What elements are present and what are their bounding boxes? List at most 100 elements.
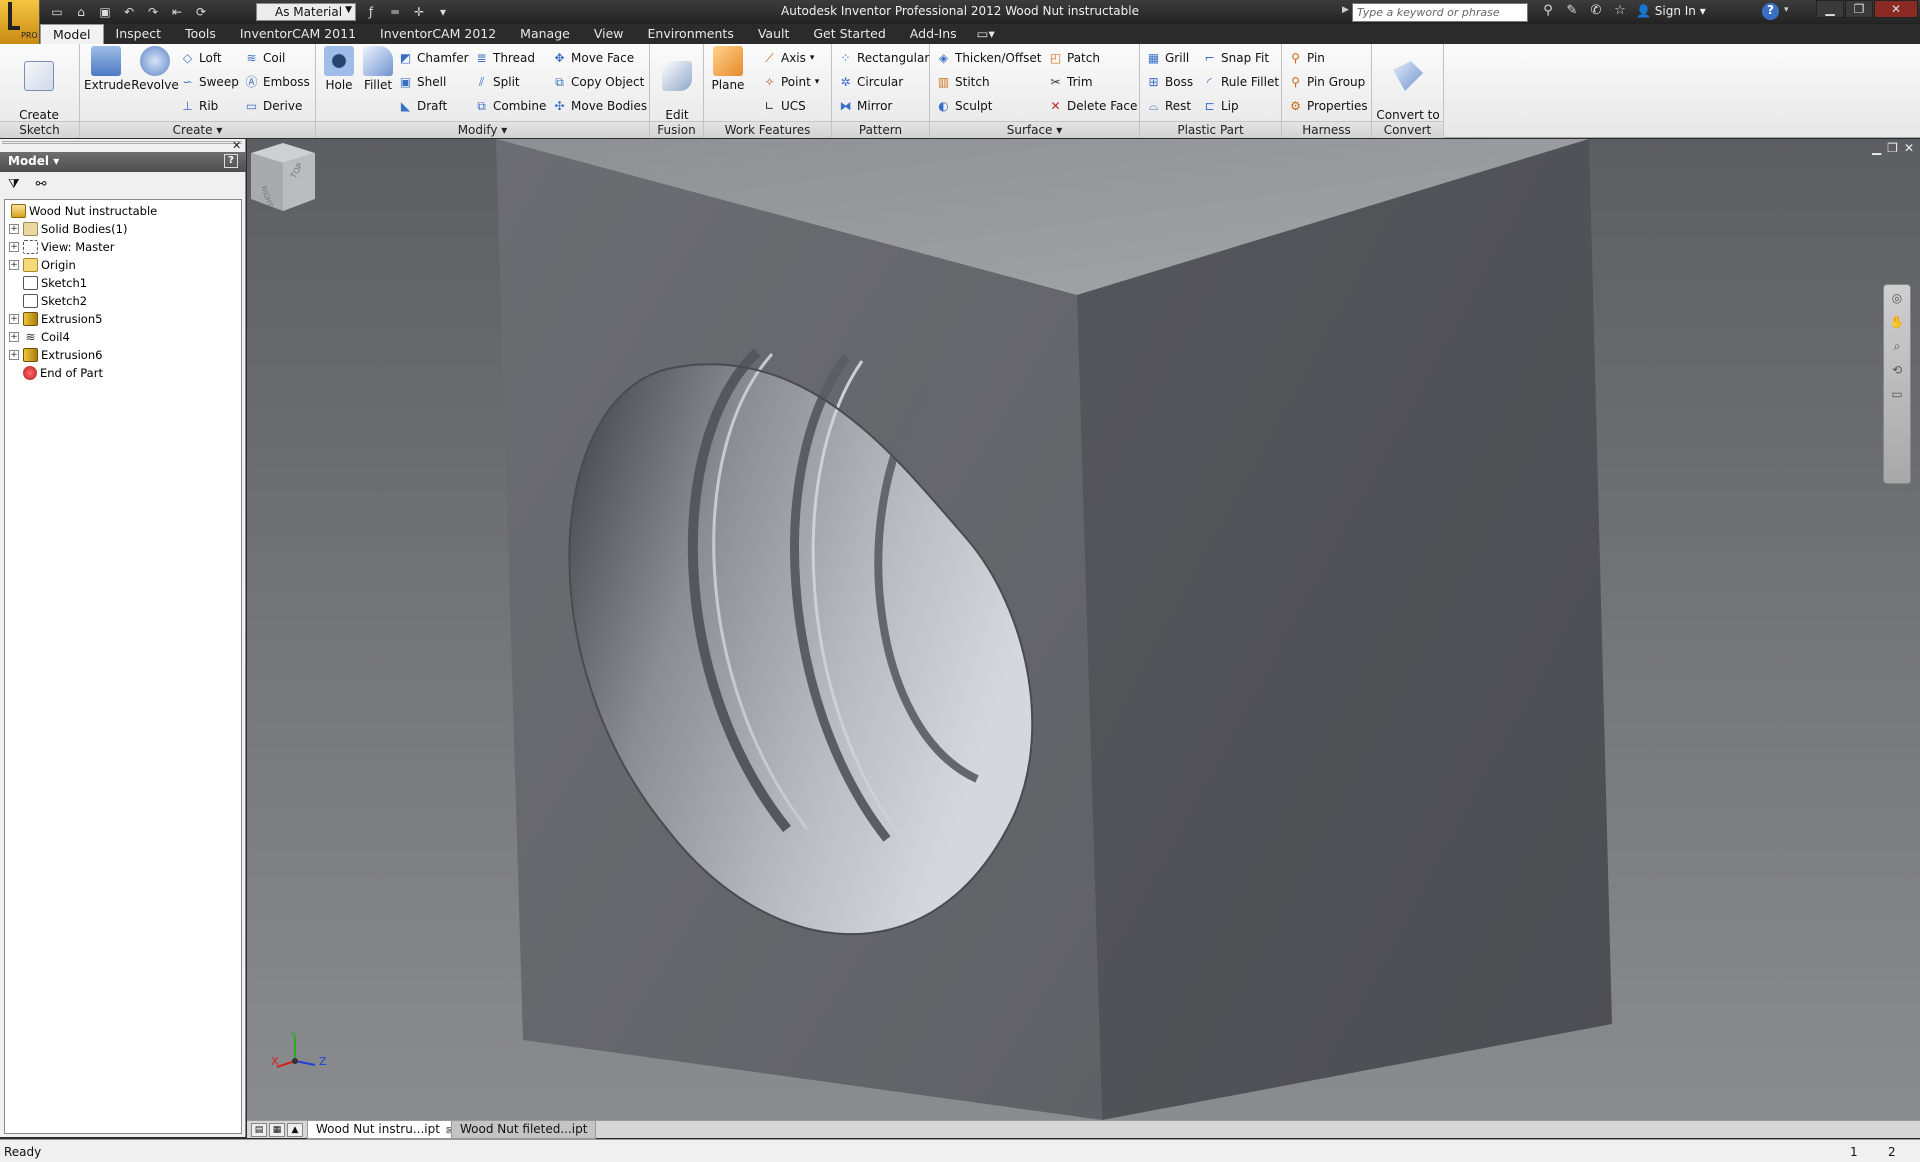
properties-button[interactable]: ⚙ Properties — [1288, 96, 1368, 116]
tab-inventorcam-2012[interactable]: InventorCAM 2012 — [368, 24, 508, 44]
sign-in-button[interactable]: 👤 Sign In ▾ — [1636, 4, 1706, 18]
thicken-offset-button[interactable]: ◈ Thicken/Offset — [936, 48, 1042, 68]
pan-hand-icon[interactable]: ✋ — [1887, 315, 1907, 333]
orbit-icon[interactable]: ⟲ — [1887, 363, 1907, 381]
tab-manage[interactable]: Manage — [508, 24, 582, 44]
snap-fit-button[interactable]: ⌐ Snap Fit — [1202, 48, 1269, 68]
split-button[interactable]: ⫽ Split — [474, 72, 520, 92]
tab-model[interactable]: Model — [40, 24, 104, 44]
expand-icon[interactable]: + — [9, 332, 19, 342]
lip-button[interactable]: ⊏ Lip — [1202, 96, 1238, 116]
revolve-button[interactable]: Revolve — [130, 46, 180, 93]
graphics-window[interactable]: ▁ ❐ ✕ RIGHT TOP ◎ ✋ ⌕ ⟲ ▭ X Y Z — [247, 139, 1920, 1120]
browser-header[interactable]: Model ▾ ? — [0, 152, 246, 172]
open-documents-menu-icon[interactable]: ▲ — [287, 1123, 303, 1137]
sculpt-button[interactable]: ◐ Sculpt — [936, 96, 992, 116]
tree-node-sketch1[interactable]: Sketch1 — [5, 274, 241, 292]
tab-tools[interactable]: Tools — [173, 24, 228, 44]
fillet-button[interactable]: Fillet — [358, 46, 398, 93]
shell-button[interactable]: ▣ Shell — [398, 72, 446, 92]
search-expand-icon[interactable]: ▶ — [1342, 5, 1349, 15]
chamfer-button[interactable]: ◩ Chamfer — [398, 48, 469, 68]
boss-button[interactable]: ⊞ Boss — [1146, 72, 1193, 92]
tab-add-ins[interactable]: Add-Ins — [898, 24, 969, 44]
coil-button[interactable]: ≋ Coil — [244, 48, 285, 68]
new-file-icon[interactable]: ▭ — [48, 4, 66, 20]
minimize-icon[interactable]: ▁ — [1816, 0, 1844, 18]
delete-face-button[interactable]: ✕ Delete Face — [1048, 96, 1137, 116]
update-icon[interactable]: ⟳ — [192, 4, 210, 20]
subscription-icon[interactable]: ✎ — [1564, 3, 1580, 18]
tab-inspect[interactable]: Inspect — [104, 24, 174, 44]
tab-view[interactable]: View — [582, 24, 636, 44]
move-bodies-button[interactable]: ✣ Move Bodies — [552, 96, 647, 116]
rest-button[interactable]: ⌓ Rest — [1146, 96, 1191, 116]
patch-button[interactable]: ◰ Patch — [1048, 48, 1100, 68]
rectangular-pattern-button[interactable]: ⁘ Rectangular — [838, 48, 929, 68]
help-icon[interactable]: ? — [1762, 3, 1779, 20]
doc-tab-wood-nut-fileted[interactable]: Wood Nut fileted...ipt — [451, 1121, 597, 1139]
move-face-button[interactable]: ✥ Move Face — [552, 48, 634, 68]
point-button[interactable]: ✧ Point ▾ — [762, 72, 819, 92]
stitch-button[interactable]: ▥ Stitch — [936, 72, 990, 92]
tree-node-origin[interactable]: + Origin — [5, 256, 241, 274]
return-icon[interactable]: ⇤ — [168, 4, 186, 20]
tab-inventorcam-2011[interactable]: InventorCAM 2011 — [228, 24, 368, 44]
find-binoculars-icon[interactable]: ⚯ — [36, 177, 47, 193]
copy-object-button[interactable]: ⧉ Copy Object — [552, 72, 644, 92]
help-dropdown-icon[interactable]: ▾ — [1784, 5, 1789, 15]
filter-icon[interactable]: ⧩ — [8, 177, 20, 193]
expand-icon[interactable]: + — [9, 260, 19, 270]
hole-button[interactable]: Hole — [320, 46, 358, 93]
pin-group-button[interactable]: ⚲ Pin Group — [1288, 72, 1365, 92]
tab-get-started[interactable]: Get Started — [801, 24, 897, 44]
tab-environments[interactable]: Environments — [636, 24, 746, 44]
plane-button[interactable]: Plane — [708, 46, 748, 93]
search-input[interactable]: Type a keyword or phrase — [1352, 3, 1528, 22]
viewport-close-icon[interactable]: ✕ — [1904, 141, 1914, 155]
derive-button[interactable]: ▭ Derive — [244, 96, 303, 116]
cascade-windows-icon[interactable]: ▦ — [269, 1123, 285, 1137]
tree-node-extrusion5[interactable]: + Extrusion5 — [5, 310, 241, 328]
tree-node-end-of-part[interactable]: End of Part — [5, 364, 241, 382]
sweep-button[interactable]: ∽ Sweep — [180, 72, 238, 92]
look-at-icon[interactable]: ▭ — [1887, 387, 1907, 405]
favorites-star-icon[interactable]: ☆ — [1612, 3, 1628, 18]
tile-windows-icon[interactable]: ▤ — [251, 1123, 267, 1137]
tree-node-view-master[interactable]: + View: Master — [5, 238, 241, 256]
close-icon[interactable]: ✕ — [1874, 0, 1918, 18]
extrude-button[interactable]: Extrude — [84, 46, 131, 93]
expand-icon[interactable]: + — [9, 350, 19, 360]
parameters-icon[interactable]: ƒ — [362, 4, 380, 20]
emboss-button[interactable]: Ⓐ Emboss — [244, 72, 309, 92]
save-icon[interactable]: ▣ — [96, 4, 114, 20]
circular-pattern-button[interactable]: ✲ Circular — [838, 72, 903, 92]
thread-button[interactable]: ≣ Thread — [474, 48, 535, 68]
expand-icon[interactable]: + — [9, 242, 19, 252]
tree-node-coil4[interactable]: + ≋ Coil4 — [5, 328, 241, 346]
loft-button[interactable]: ◇ Loft — [180, 48, 222, 68]
material-dropdown[interactable]: As Material ▼ — [256, 3, 356, 21]
restore-icon[interactable]: ❐ — [1845, 0, 1873, 18]
mirror-button[interactable]: ⧓ Mirror — [838, 96, 893, 116]
browser-help-icon[interactable]: ? — [224, 154, 238, 168]
trim-button[interactable]: ✂ Trim — [1048, 72, 1092, 92]
measure-icon[interactable]: ═ — [386, 4, 404, 20]
ucs-button[interactable]: ∟ UCS — [762, 96, 805, 116]
expand-icon[interactable]: + — [9, 224, 19, 234]
pin-button[interactable]: ⚲ Pin — [1288, 48, 1325, 68]
viewcube[interactable]: RIGHT TOP — [247, 139, 319, 215]
customize-qat-icon[interactable]: ▾ — [434, 4, 452, 20]
communication-center-icon[interactable]: ✆ — [1588, 3, 1604, 18]
binoculars-icon[interactable]: ⚲ — [1540, 3, 1556, 18]
tab-vault[interactable]: Vault — [746, 24, 802, 44]
application-menu-button[interactable]: PRO — [0, 0, 40, 44]
redo-icon[interactable]: ↷ — [144, 4, 162, 20]
panel-title-create[interactable]: Create ▾ — [80, 121, 315, 138]
expand-icon[interactable]: + — [9, 314, 19, 324]
panel-title-surface[interactable]: Surface ▾ — [930, 121, 1139, 138]
zoom-icon[interactable]: ⌕ — [1887, 339, 1907, 357]
browser-drag-handle[interactable] — [2, 141, 242, 149]
center-point-icon[interactable]: ✛ — [410, 4, 428, 20]
open-file-icon[interactable]: ⌂ — [72, 4, 90, 20]
